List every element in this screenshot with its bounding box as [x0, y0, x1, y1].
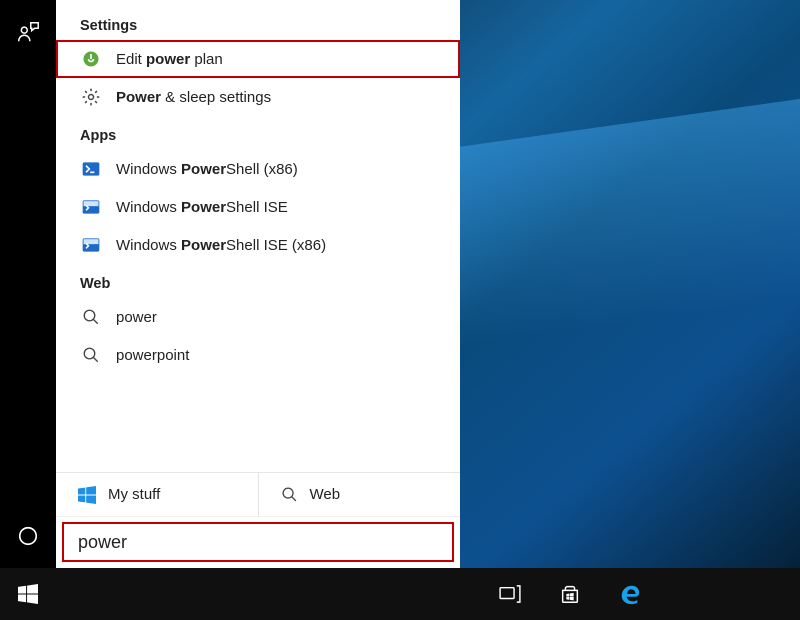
- result-label: Windows PowerShell (x86): [116, 161, 298, 178]
- scope-web[interactable]: Web: [259, 473, 461, 516]
- result-powershell-ise-x86[interactable]: Windows PowerShell ISE (x86): [56, 226, 460, 264]
- cortana-notebook-button[interactable]: [0, 12, 56, 52]
- search-icon: [80, 344, 102, 366]
- person-speech-icon: [15, 19, 41, 45]
- result-powershell-ise[interactable]: Windows PowerShell ISE: [56, 188, 460, 226]
- result-web-powerpoint[interactable]: powerpoint: [56, 336, 460, 374]
- result-edit-power-plan[interactable]: Edit power plan: [56, 40, 460, 78]
- powershell-icon: [80, 158, 102, 180]
- result-label: power: [116, 309, 157, 326]
- start-button[interactable]: [0, 568, 56, 620]
- result-power-sleep-settings[interactable]: Power & sleep settings: [56, 78, 460, 116]
- section-header-web: Web: [56, 264, 460, 298]
- section-header-settings: Settings: [56, 0, 460, 40]
- result-web-power[interactable]: power: [56, 298, 460, 336]
- gear-icon: [80, 86, 102, 108]
- search-input[interactable]: [78, 532, 438, 553]
- section-header-apps: Apps: [56, 116, 460, 150]
- search-scope-row: My stuff Web: [56, 472, 460, 516]
- result-label: powerpoint: [116, 347, 189, 364]
- search-icon: [281, 486, 298, 503]
- result-label: Edit power plan: [116, 51, 223, 68]
- task-view-icon: [499, 585, 521, 603]
- store-button[interactable]: [555, 568, 585, 620]
- scope-my-stuff[interactable]: My stuff: [56, 473, 259, 516]
- powershell-ise-icon: [80, 196, 102, 218]
- edge-icon: [619, 583, 641, 605]
- result-label: Windows PowerShell ISE (x86): [116, 237, 326, 254]
- scope-label: Web: [310, 486, 341, 503]
- edge-button[interactable]: [615, 568, 645, 620]
- scope-label: My stuff: [108, 486, 160, 503]
- search-results-panel: Settings Edit power plan Power & sleep s…: [56, 0, 460, 568]
- taskbar-pinned-apps: [495, 568, 645, 620]
- windows-logo-icon: [78, 486, 96, 504]
- result-powershell-x86[interactable]: Windows PowerShell (x86): [56, 150, 460, 188]
- cortana-sidebar: [0, 0, 56, 568]
- cortana-circle-icon: [17, 525, 39, 547]
- search-icon: [80, 306, 102, 328]
- task-view-button[interactable]: [495, 568, 525, 620]
- result-label: Windows PowerShell ISE: [116, 199, 288, 216]
- search-input-container: [56, 516, 460, 568]
- powershell-ise-icon: [80, 234, 102, 256]
- result-label: Power & sleep settings: [116, 89, 271, 106]
- store-icon: [559, 583, 581, 605]
- cortana-circle-button[interactable]: [0, 516, 56, 556]
- windows-logo-icon: [18, 584, 38, 604]
- taskbar: [0, 568, 800, 620]
- power-plan-icon: [80, 48, 102, 70]
